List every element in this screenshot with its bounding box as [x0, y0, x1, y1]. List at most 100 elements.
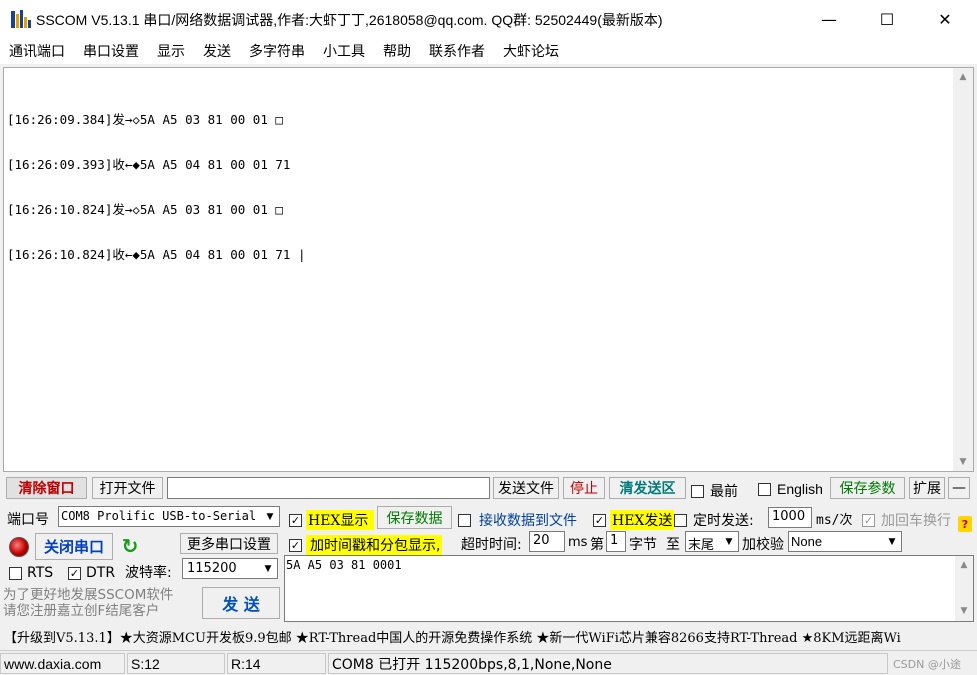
send-text-area[interactable]: 5A A5 03 81 0001 ▲ ▼ [284, 555, 974, 622]
collapse-button[interactable]: — [948, 477, 970, 499]
english-label: English [777, 481, 823, 497]
save-data-button[interactable]: 保存数据 [377, 506, 452, 529]
news-ticker[interactable]: 【升级到V5.13.1】★大资源MCU开发板9.9包邮 ★RT-Thread中国… [0, 624, 977, 648]
stop-button[interactable]: 停止 [563, 477, 605, 499]
port-select-value: COM8 Prolific USB-to-Serial [61, 509, 257, 523]
rts-checkbox[interactable] [9, 566, 22, 580]
hex-send-label: HEX发送 [610, 510, 675, 530]
website-link[interactable]: www.daxia.com [0, 653, 125, 674]
minimize-button[interactable]: — [800, 0, 858, 38]
recv-to-file-checkbox[interactable] [458, 513, 471, 527]
add-crlf-checkbox[interactable]: ✓ [862, 513, 875, 527]
menu-display[interactable]: 显示 [148, 41, 194, 61]
menu-send[interactable]: 发送 [194, 41, 240, 61]
chevron-down-icon: ▼ [888, 536, 896, 547]
menu-comm-port[interactable]: 通讯端口 [0, 41, 74, 61]
clear-send-button[interactable]: 清发送区 [609, 477, 686, 499]
open-file-button[interactable]: 打开文件 [92, 477, 163, 499]
promo-line: 为了更好地发展SSCOM软件 [3, 587, 174, 603]
english-checkbox-group[interactable]: English [758, 481, 823, 497]
hex-display-label: HEX显示 [306, 510, 375, 530]
close-port-button[interactable]: 关闭串口 [35, 533, 113, 560]
chevron-down-icon: ▼ [264, 563, 272, 574]
timestamp-group[interactable]: ✓ 加时间戳和分包显示, [289, 535, 443, 555]
close-icon: ✕ [938, 9, 952, 29]
sscom-logo-icon [11, 10, 31, 28]
menu-bar: 通讯端口 串口设置 显示 发送 多字符串 小工具 帮助 联系作者 大虾论坛 [0, 38, 977, 64]
topmost-checkbox-group[interactable]: 最前 [691, 481, 738, 501]
baud-select[interactable]: 115200 ▼ [182, 558, 278, 579]
chevron-down-icon: ▼ [725, 536, 733, 547]
menu-tools[interactable]: 小工具 [314, 41, 374, 61]
title-bar: SSCOM V5.13.1 串口/网络数据调试器,作者:大虾丁丁,2618058… [0, 0, 977, 38]
clear-window-button[interactable]: 清除窗口 [6, 477, 87, 499]
log-line: [16:26:10.824]收←◆5A A5 04 81 00 01 71 | [7, 247, 306, 262]
byte-to-select[interactable]: 末尾 ▼ [685, 531, 739, 553]
scroll-up-icon[interactable]: ▲ [953, 68, 973, 86]
menu-multi-string[interactable]: 多字符串 [240, 41, 314, 61]
port-label: 端口号 [7, 512, 49, 528]
expand-button[interactable]: 扩展 [909, 477, 945, 499]
port-status-led-icon [9, 537, 29, 557]
timed-send-label: 定时发送: [693, 513, 754, 529]
file-path-input[interactable] [167, 477, 490, 499]
save-params-button[interactable]: 保存参数 [830, 477, 905, 499]
more-serial-settings-button[interactable]: 更多串口设置 [180, 533, 278, 554]
promo-text: 为了更好地发展SSCOM软件 请您注册嘉立创F结尾客户 [3, 587, 173, 619]
sent-count: S:12 [127, 653, 225, 674]
maximize-button[interactable]: ☐ [858, 0, 916, 38]
timed-interval-input[interactable]: 1000 [768, 507, 812, 528]
scroll-down-icon[interactable]: ▼ [953, 453, 973, 471]
dtr-label: DTR [86, 565, 116, 581]
timeout-unit-label: ms [568, 535, 588, 550]
close-button[interactable]: ✕ [916, 0, 974, 38]
scroll-down-icon[interactable]: ▼ [955, 602, 973, 620]
timeout-label: 超时时间: [461, 537, 522, 553]
port-select[interactable]: COM8 Prolific USB-to-Serial ▼ [58, 506, 280, 527]
add-crlf-label: 加回车换行 [881, 513, 951, 529]
byte-unit-label: 字节 [629, 537, 657, 553]
timed-send-group[interactable]: 定时发送: [674, 510, 754, 530]
log-line: [16:26:09.384]发→◇5A A5 03 81 00 01 □ [7, 112, 283, 127]
to-label: 至 [666, 537, 680, 553]
send-scrollbar[interactable]: ▲ ▼ [955, 556, 973, 621]
byte-to-value: 末尾 [688, 538, 715, 553]
topmost-checkbox[interactable] [691, 484, 704, 498]
timestamp-checkbox[interactable]: ✓ [289, 538, 302, 552]
watermark: CSDN @小途 [893, 658, 961, 671]
recv-to-file-label: 接收数据到文件 [479, 513, 577, 529]
baud-select-value: 115200 [187, 561, 237, 576]
dtr-checkbox[interactable]: ✓ [68, 566, 81, 580]
hex-display-checkbox[interactable]: ✓ [289, 513, 302, 527]
help-question-icon[interactable]: ? [958, 516, 972, 532]
send-file-button[interactable]: 发送文件 [493, 477, 559, 499]
hex-send-group[interactable]: ✓ HEX发送 [593, 510, 675, 530]
rts-label: RTS [27, 565, 54, 581]
menu-serial-settings[interactable]: 串口设置 [74, 41, 148, 61]
checksum-select[interactable]: None ▼ [788, 531, 902, 552]
english-checkbox[interactable] [758, 482, 771, 496]
timed-send-checkbox[interactable] [674, 513, 687, 527]
recv-to-file-group[interactable]: 接收数据到文件 [458, 510, 577, 530]
menu-help[interactable]: 帮助 [374, 41, 420, 61]
receive-scrollbar[interactable]: ▲ ▼ [953, 68, 973, 471]
scroll-up-icon[interactable]: ▲ [955, 556, 973, 574]
timeout-input[interactable]: 20 [529, 531, 565, 552]
timestamp-label: 加时间戳和分包显示, [306, 535, 443, 555]
status-bar: www.daxia.com S:12 R:14 COM8 已打开 115200b… [0, 650, 977, 675]
rts-checkbox-group[interactable]: RTS [9, 565, 53, 581]
dtr-checkbox-group[interactable]: ✓ DTR [68, 565, 115, 581]
send-button[interactable]: 发 送 [202, 587, 280, 619]
byte-from-input[interactable]: 1 [606, 531, 626, 552]
promo-line: 请您注册嘉立创F结尾客户 [3, 603, 160, 619]
refresh-icon[interactable]: ↻ [119, 534, 141, 558]
add-crlf-group[interactable]: ✓ 加回车换行 [862, 510, 951, 530]
menu-forum[interactable]: 大虾论坛 [494, 41, 568, 61]
chevron-down-icon: ▼ [266, 511, 274, 522]
menu-contact-author[interactable]: 联系作者 [420, 41, 494, 61]
received-count: R:14 [227, 653, 326, 674]
hex-send-checkbox[interactable]: ✓ [593, 513, 606, 527]
hex-display-group[interactable]: ✓ HEX显示 [289, 510, 375, 530]
byte-from-prefix: 第 [590, 537, 604, 553]
topmost-label: 最前 [710, 484, 738, 500]
